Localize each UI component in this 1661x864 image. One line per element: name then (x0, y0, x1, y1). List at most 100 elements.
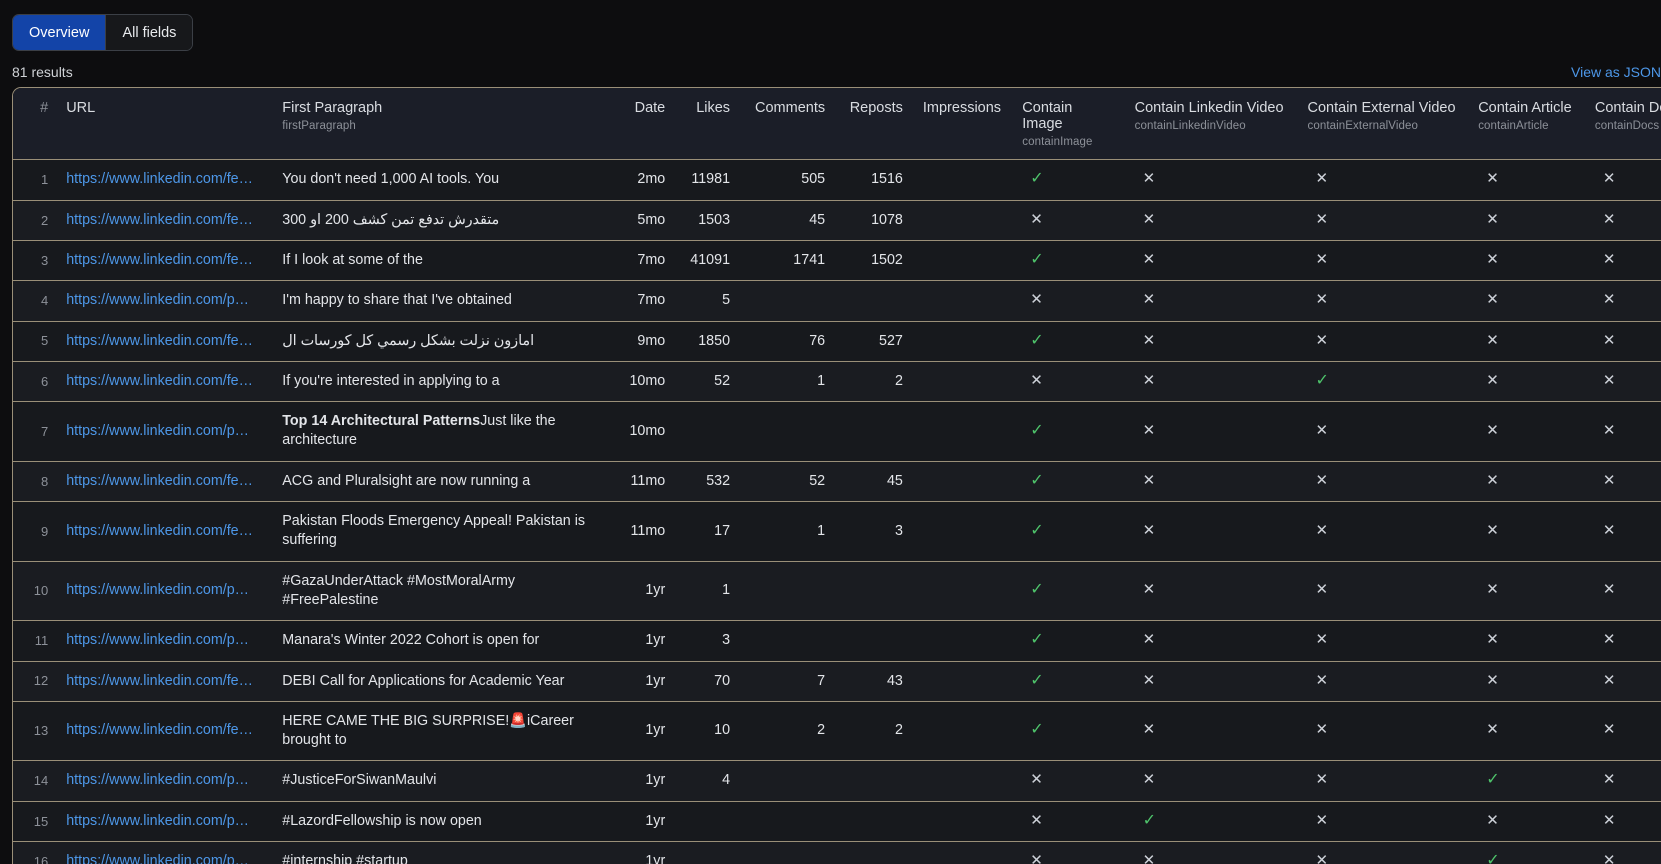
cell-date: 1yr (612, 801, 676, 842)
column-header-first-paragraph[interactable]: First Paragraph firstParagraph (272, 88, 613, 161)
column-header-contain-linkedin-video[interactable]: Contain Linkedin Video containLinkedinVid… (1124, 88, 1298, 161)
cell-likes: 1503 (675, 200, 741, 241)
cross-icon: ✕ (1602, 421, 1616, 439)
cross-icon: ✕ (1315, 471, 1329, 489)
cross-icon: ✕ (1486, 721, 1499, 739)
cell-impressions (912, 321, 1013, 362)
view-mode-toggle-group[interactable]: Overview All fields (12, 14, 194, 51)
url-link[interactable]: https://www.linkedin.com/feed… (66, 472, 256, 491)
table-row[interactable]: 2 https://www.linkedin.com/feed… متقدرش تد… (13, 200, 1661, 241)
cell-date: 1yr (612, 760, 676, 802)
cross-icon: ✕ (1602, 331, 1616, 349)
cell-impressions (912, 461, 1013, 503)
cell-index: 4 (13, 280, 57, 322)
cell-contain-article: ✕ (1468, 401, 1585, 462)
url-link[interactable]: https://www.linkedin.com/feed… (66, 170, 256, 189)
column-header-contain-article[interactable]: Contain Article containArticle (1468, 88, 1585, 161)
cell-contain-linkedin-video: ✕ (1124, 561, 1298, 622)
column-header-contain-image[interactable]: Contain Image containImage (1012, 88, 1125, 161)
table-row[interactable]: 6 https://www.linkedin.com/feed… If you're… (13, 361, 1661, 403)
table-row[interactable]: 16 https://www.linkedin.com/post… #interns… (13, 841, 1661, 864)
cell-impressions (912, 561, 1013, 622)
cell-contain-image: ✓ (1012, 401, 1125, 462)
url-link[interactable]: https://www.linkedin.com/post… (66, 291, 256, 310)
table-row[interactable]: 13 https://www.linkedin.com/feed… HERE CAM… (13, 701, 1661, 762)
table-row[interactable]: 12 https://www.linkedin.com/feed… DEBI Cal… (13, 661, 1661, 702)
url-link[interactable]: https://www.linkedin.com/post… (66, 812, 256, 831)
tab-all-fields[interactable]: All fields (105, 15, 193, 50)
column-header-index[interactable]: # (13, 88, 57, 161)
cross-icon: ✕ (1030, 371, 1043, 389)
cell-comments (740, 280, 836, 322)
url-link[interactable]: https://www.linkedin.com/post… (66, 852, 256, 864)
table-row[interactable]: 1 https://www.linkedin.com/feed… You don't… (13, 159, 1661, 201)
cross-icon: ✕ (1142, 250, 1156, 268)
url-link[interactable]: https://www.linkedin.com/feed… (66, 522, 256, 541)
column-header-url[interactable]: URL (56, 88, 273, 161)
cell-reposts (835, 620, 913, 662)
cell-url: https://www.linkedin.com/feed… (56, 240, 273, 282)
url-link[interactable]: https://www.linkedin.com/feed… (66, 721, 256, 740)
url-link[interactable]: https://www.linkedin.com/post… (66, 422, 256, 441)
table-row[interactable]: 8 https://www.linkedin.com/feed… ACG and P… (13, 461, 1661, 503)
check-icon: ✓ (1486, 771, 1500, 789)
cell-reposts: 2 (835, 701, 913, 762)
view-as-json-link[interactable]: View as JSON (1571, 64, 1661, 80)
cell-contain-article: ✕ (1468, 321, 1585, 362)
cell-contain-external-video: ✕ (1297, 501, 1469, 562)
url-link[interactable]: https://www.linkedin.com/feed… (66, 332, 256, 351)
check-icon: ✓ (1315, 371, 1329, 389)
cell-likes: 5 (675, 280, 741, 322)
table-row[interactable]: 15 https://www.linkedin.com/post… #LazordF… (13, 801, 1661, 842)
cross-icon: ✕ (1486, 371, 1499, 389)
cell-url: https://www.linkedin.com/feed… (56, 501, 273, 562)
url-link[interactable]: https://www.linkedin.com/feed… (66, 211, 256, 230)
cross-icon: ✕ (1602, 581, 1616, 599)
column-header-date[interactable]: Date (612, 88, 676, 161)
table-body: 1 https://www.linkedin.com/feed… You don't… (13, 159, 1661, 864)
column-header-reposts[interactable]: Reposts (835, 88, 913, 161)
tab-overview[interactable]: Overview (13, 15, 106, 50)
cross-icon: ✕ (1142, 771, 1156, 789)
cell-first-paragraph: #internship #startup (272, 841, 613, 864)
table-row[interactable]: 4 https://www.linkedin.com/post… I'm happy… (13, 280, 1661, 322)
table-row[interactable]: 7 https://www.linkedin.com/post… Top 14 Ar… (13, 401, 1661, 462)
cross-icon: ✕ (1030, 811, 1043, 829)
cell-contain-docs: ✕ (1584, 280, 1661, 322)
cell-date: 1yr (612, 701, 676, 762)
cell-comments: 505 (740, 159, 836, 201)
cell-likes: 52 (675, 361, 741, 403)
column-sublabel-first-paragraph: firstParagraph (282, 120, 356, 133)
table-row[interactable]: 5 https://www.linkedin.com/feed… امازون نز… (13, 321, 1661, 362)
url-link[interactable]: https://www.linkedin.com/feed… (66, 251, 256, 270)
cell-contain-article: ✕ (1468, 701, 1585, 762)
url-link[interactable]: https://www.linkedin.com/feed… (66, 372, 256, 391)
cross-icon: ✕ (1486, 521, 1499, 539)
column-header-contain-external-video[interactable]: Contain External Video containExternalVid… (1297, 88, 1469, 161)
table-row[interactable]: 11 https://www.linkedin.com/post… Manara's… (13, 620, 1661, 662)
column-label-date: Date (634, 100, 666, 116)
cell-comments: 1741 (740, 240, 836, 282)
url-link[interactable]: https://www.linkedin.com/post… (66, 581, 256, 600)
url-link[interactable]: https://www.linkedin.com/feed… (66, 672, 256, 691)
url-link[interactable]: https://www.linkedin.com/post… (66, 771, 256, 790)
cell-index: 11 (13, 620, 57, 662)
column-header-likes[interactable]: Likes (675, 88, 741, 161)
cell-contain-article: ✕ (1468, 561, 1585, 622)
cell-date: 11mo (612, 461, 676, 503)
url-link[interactable]: https://www.linkedin.com/post… (66, 631, 256, 650)
cell-first-paragraph: Top 14 Architectural PatternsJust like t… (272, 401, 613, 462)
cell-contain-external-video: ✕ (1297, 801, 1469, 842)
column-header-comments[interactable]: Comments (740, 88, 836, 161)
table-row[interactable]: 3 https://www.linkedin.com/feed… If I look… (13, 240, 1661, 282)
column-header-impressions[interactable]: Impressions (912, 88, 1013, 161)
table-row[interactable]: 14 https://www.linkedin.com/post… #Justice… (13, 760, 1661, 802)
check-icon: ✓ (1486, 851, 1500, 864)
cross-icon: ✕ (1486, 331, 1499, 349)
cell-impressions (912, 661, 1013, 702)
table-row[interactable]: 10 https://www.linkedin.com/post… #GazaUnd… (13, 561, 1661, 622)
table-row[interactable]: 9 https://www.linkedin.com/feed… Pakistan … (13, 501, 1661, 562)
cell-url: https://www.linkedin.com/feed… (56, 661, 273, 702)
column-header-contain-docs[interactable]: Contain Docs containDocs (1584, 88, 1661, 161)
cross-icon: ✕ (1602, 631, 1616, 649)
